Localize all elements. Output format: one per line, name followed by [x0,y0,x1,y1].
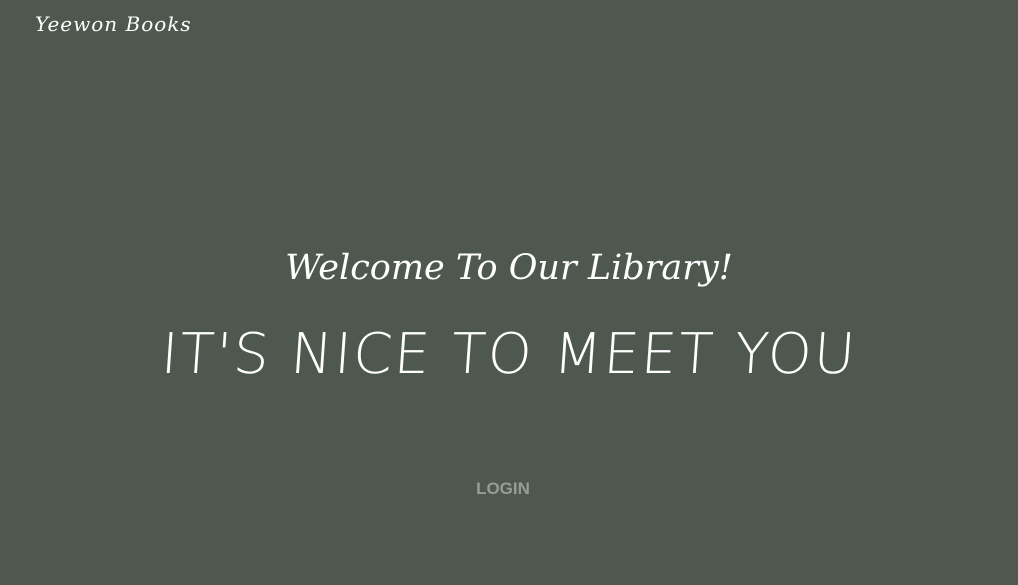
login-button[interactable]: LOGIN [453,476,553,502]
hero-section: Welcome To Our Library! IT'S NICE TO MEE… [0,0,1018,585]
welcome-subtitle: Welcome To Our Library! [285,248,733,288]
hero-headline: IT'S NICE TO MEET YOU [158,322,860,387]
